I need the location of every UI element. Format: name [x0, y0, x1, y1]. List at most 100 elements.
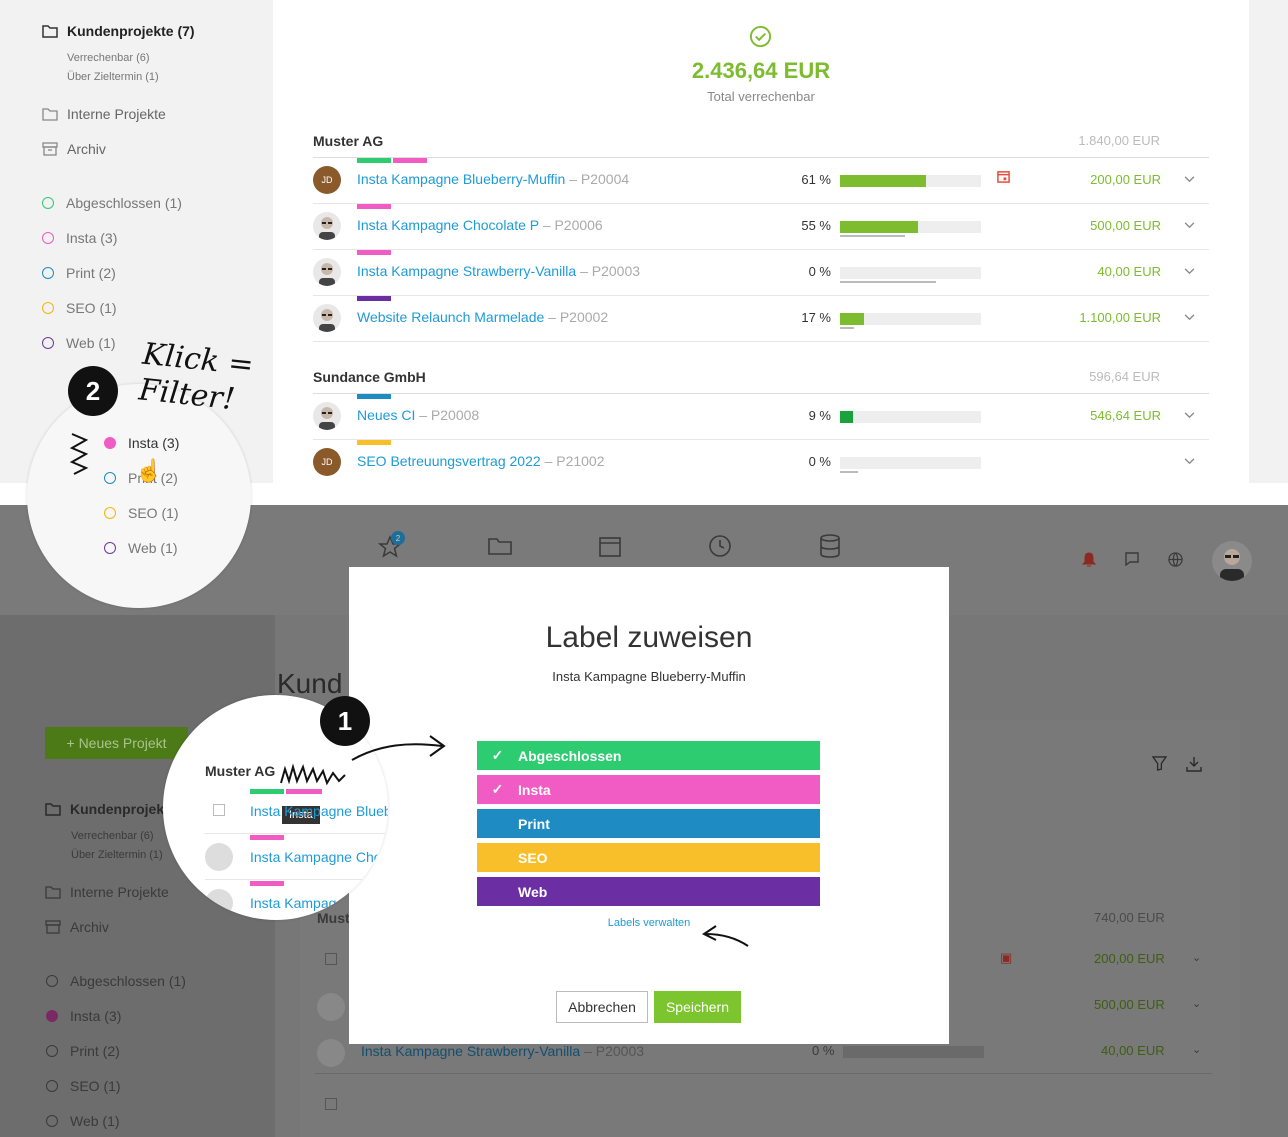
label-option-text: Abgeschlossen: [518, 747, 622, 764]
label-filter-text: Abgeschlossen (1): [66, 195, 182, 211]
project-row[interactable]: Website Relaunch Marmelade – P20002 17 % 1…: [313, 296, 1209, 342]
chevron-down-icon[interactable]: [1184, 454, 1195, 468]
label-filter-item[interactable]: Web (1): [104, 540, 178, 556]
chevron-down-icon[interactable]: ⌄: [1192, 997, 1201, 1010]
group-title: Must: [317, 910, 350, 926]
filter-billable[interactable]: Verrechenbar (6): [71, 830, 154, 842]
project-title[interactable]: Neues CI – P20008: [357, 407, 479, 423]
label-option-abgeschlossen[interactable]: ✓ Abgeschlossen: [477, 741, 820, 770]
progress-percent: 17 %: [801, 310, 831, 325]
check-icon: ✓: [491, 747, 504, 763]
bell-icon[interactable]: [1081, 552, 1097, 573]
label-filter-item[interactable]: Insta (3): [46, 1008, 121, 1024]
filter-overdue[interactable]: Über Zieltermin (1): [67, 71, 159, 83]
nav-label: Interne Projekte: [70, 884, 169, 900]
calendar-icon[interactable]: [599, 535, 621, 562]
chevron-down-icon[interactable]: [1184, 172, 1195, 186]
project-title[interactable]: Insta Kampagne Strawberry-Vanilla – P200…: [357, 263, 640, 279]
row-amount: 546,64 EUR: [1090, 408, 1161, 423]
budget-bar: [840, 281, 936, 283]
right-gutter: [1249, 0, 1288, 483]
label-tag: [357, 440, 391, 445]
dialog-subtitle: Insta Kampagne Blueberry-Muffin: [552, 669, 746, 684]
label-filter-item[interactable]: Abgeschlossen (1): [46, 973, 186, 989]
row-checkbox[interactable]: [325, 953, 337, 965]
label-filter-item[interactable]: Insta (3): [42, 230, 117, 246]
label-filter-item[interactable]: Print (2): [42, 265, 116, 281]
avatar: [205, 889, 233, 917]
row-checkbox[interactable]: [325, 1098, 337, 1110]
label-filter-item[interactable]: Web (1): [46, 1113, 120, 1129]
project-title[interactable]: Website Relaunch Marmelade – P20002: [357, 309, 608, 325]
filter-icon[interactable]: [1151, 756, 1168, 776]
label-filter-item[interactable]: SEO (1): [46, 1078, 121, 1094]
label-ring-icon: [42, 197, 54, 209]
label-option-seo[interactable]: SEO: [477, 843, 820, 872]
chevron-down-icon[interactable]: [1184, 218, 1195, 232]
nav-internal-projects[interactable]: Interne Projekte: [45, 884, 169, 900]
project-row[interactable]: Neues CI – P20008 9 % 546,64 EUR: [313, 394, 1209, 440]
label-tag: [393, 158, 427, 163]
label-filter-item[interactable]: Abgeschlossen (1): [42, 195, 182, 211]
chevron-down-icon[interactable]: ⌄: [1192, 951, 1201, 964]
progress-percent: 55 %: [801, 218, 831, 233]
chevron-down-icon[interactable]: [1184, 408, 1195, 422]
group-title: Muster AG: [205, 763, 276, 779]
label-filter-item[interactable]: SEO (1): [42, 300, 117, 316]
label-filter-item[interactable]: SEO (1): [104, 505, 179, 521]
chat-icon[interactable]: [1125, 552, 1139, 571]
label-option-insta[interactable]: ✓ Insta: [477, 775, 820, 804]
project-title[interactable]: Insta Kampagne Chocolate P – P20006: [357, 217, 603, 233]
save-button[interactable]: Speichern: [654, 991, 741, 1023]
progress-bar: [843, 1046, 984, 1058]
database-icon[interactable]: [819, 534, 841, 563]
project-row[interactable]: Insta Kampagne Chocolate P – P20006 55 % 5…: [313, 204, 1209, 250]
manage-labels-link[interactable]: Labels verwalten: [349, 917, 949, 929]
project-row[interactable]: JD Insta Kampagne Blueberry-Muffin – P200…: [313, 158, 1209, 204]
project-title[interactable]: SEO Betreuungsvertrag 2022 – P21002: [357, 453, 605, 469]
project-row[interactable]: JD SEO Betreuungsvertrag 2022 – P21002 0 %: [313, 440, 1209, 486]
project-title[interactable]: Insta Kampagne Cho: [250, 849, 382, 865]
row-amount: 1.100,00 EUR: [1079, 310, 1161, 325]
filter-billable[interactable]: Verrechenbar (6): [67, 52, 150, 64]
filter-overdue[interactable]: Über Zieltermin (1): [71, 849, 163, 861]
nav-internal-projects[interactable]: Interne Projekte: [42, 106, 166, 122]
chevron-down-icon[interactable]: [1184, 264, 1195, 278]
row-checkbox[interactable]: [213, 804, 225, 816]
project-row[interactable]: Insta Kampagne Strawberry-Vanilla – P200…: [313, 250, 1209, 296]
nav-archive[interactable]: Archiv: [45, 919, 109, 935]
label-filter-item[interactable]: Print (2): [46, 1043, 120, 1059]
label-filter-item[interactable]: Insta (3): [104, 435, 179, 451]
row-amount: 500,00 EUR: [1094, 997, 1165, 1012]
label-option-print[interactable]: Print: [477, 809, 820, 838]
progress-bar: [840, 313, 981, 329]
globe-icon[interactable]: [1168, 552, 1183, 572]
clock-icon[interactable]: [708, 534, 732, 563]
chevron-down-icon[interactable]: ⌄: [1192, 1043, 1201, 1056]
divider: [315, 1073, 1212, 1074]
progress-bar: [840, 457, 981, 473]
group-amount: 596,64 EUR: [1089, 369, 1160, 384]
download-icon[interactable]: [1186, 756, 1202, 777]
label-option-text: Print: [518, 815, 550, 832]
folder-icon[interactable]: [488, 536, 512, 561]
avatar[interactable]: [1212, 541, 1252, 581]
label-ring-icon: [46, 1045, 58, 1057]
nav-customer-projects[interactable]: Kundenprojekte (7): [42, 23, 195, 39]
project-title[interactable]: Insta Kampagne Blueberry-Muffin – P20004: [357, 171, 629, 187]
progress-bar: [840, 175, 981, 187]
project-title[interactable]: Insta Kampagne Strawberry-Vanilla – P200…: [361, 1043, 644, 1059]
label-filter-text: SEO (1): [128, 505, 179, 521]
project-title[interactable]: Insta Kampag: [250, 895, 336, 911]
label-ring-icon: [46, 1115, 58, 1127]
cancel-button[interactable]: Abbrechen: [556, 991, 648, 1023]
nav-archive[interactable]: Archiv: [42, 141, 106, 157]
chevron-down-icon[interactable]: [1184, 310, 1195, 324]
label-filter-item[interactable]: Web (1): [42, 335, 116, 351]
project-title[interactable]: Insta Kampagne Blueb: [250, 803, 388, 819]
label-filter-text: Insta (3): [128, 435, 180, 451]
new-project-button[interactable]: + Neues Projekt: [45, 727, 188, 759]
label-option-web[interactable]: Web: [477, 877, 820, 906]
label-tag: [286, 789, 322, 794]
label-tag: [357, 250, 391, 255]
